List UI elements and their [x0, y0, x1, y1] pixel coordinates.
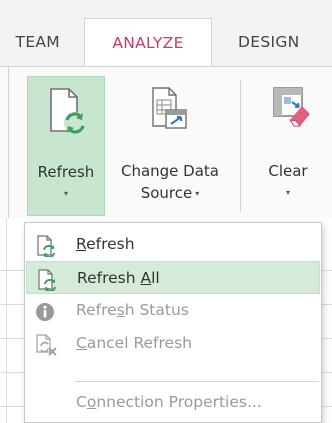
ribbon-group-divider [8, 66, 9, 218]
menu-item-label: Refresh [76, 235, 135, 253]
menu-item-refresh-all[interactable]: Refresh All [26, 261, 320, 294]
menu-separator [75, 381, 319, 382]
chevron-down-icon: ▾ [195, 189, 200, 198]
refresh-document-icon [50, 88, 86, 134]
chevron-down-icon: ▾ [63, 189, 68, 198]
refresh-button-label: Refresh [37, 163, 95, 181]
change-data-source-label: Change Data [120, 162, 219, 180]
cancel-refresh-icon [36, 334, 57, 356]
menu-item-label: Cancel Refresh [76, 334, 192, 352]
change-data-source-label-2: Source ▾ [140, 184, 200, 202]
menu-item-refresh[interactable]: Refresh [26, 228, 320, 261]
menu-item-label: Connection Properties... [76, 393, 262, 411]
refresh-all-icon [38, 269, 56, 291]
data-source-icon [152, 87, 187, 129]
refresh-dropdown-menu: Refresh Refresh All Refresh Status Cance… [24, 222, 322, 423]
grid-column-line [6, 218, 7, 423]
clear-pivot-icon [273, 87, 310, 127]
refresh-icon [37, 235, 55, 257]
clear-button[interactable]: Clear ▾ [252, 76, 332, 216]
tab-design[interactable]: DESIGN [212, 18, 332, 66]
refresh-button[interactable]: Refresh ▾ [27, 76, 105, 216]
change-data-source-button[interactable]: Change Data Source ▾ [108, 76, 232, 216]
tab-team[interactable]: TEAM [0, 18, 82, 66]
menu-item-label: Refresh Status [76, 301, 189, 319]
ribbon-group-divider [240, 80, 241, 212]
chevron-down-icon: ▾ [285, 188, 290, 197]
tab-analyze[interactable]: ANALYZE [84, 18, 212, 66]
clear-button-label: Clear [268, 162, 308, 180]
menu-item-label: Refresh All [77, 269, 160, 287]
info-icon [36, 303, 54, 321]
ribbon-tab-bar: TEAM ANALYZE DESIGN [0, 0, 332, 66]
menu-item-connection-properties[interactable]: Connection Properties... [26, 386, 320, 419]
menu-item-refresh-status[interactable]: Refresh Status [26, 294, 320, 327]
menu-item-cancel-refresh[interactable]: Cancel Refresh [26, 327, 320, 360]
